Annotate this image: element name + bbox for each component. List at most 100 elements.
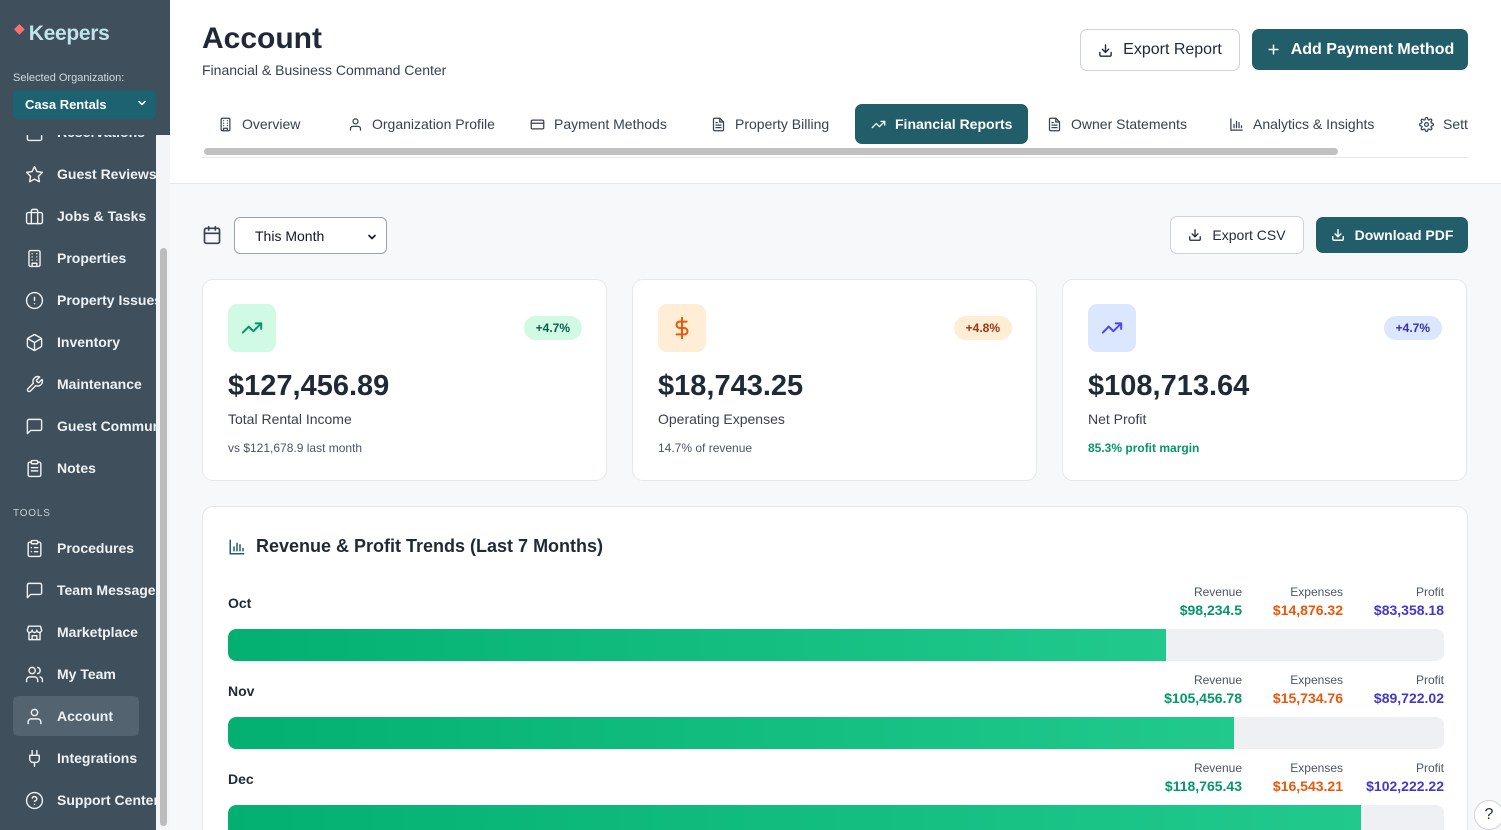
chevron-down-icon bbox=[138, 100, 146, 106]
help-button[interactable]: ? bbox=[1474, 800, 1501, 830]
sidebar-item-guest-communication[interactable]: Guest Communication bbox=[13, 406, 156, 446]
tab-payment-methods[interactable]: Payment Methods bbox=[514, 104, 683, 144]
wrench-icon bbox=[26, 375, 44, 392]
bar-chart-icon bbox=[229, 539, 245, 554]
calendar-icon bbox=[26, 135, 43, 141]
kpi-note: vs $121,678.9 last month bbox=[228, 441, 363, 455]
sidebar-item-procedures[interactable]: Procedures bbox=[13, 528, 156, 568]
tab-overview[interactable]: Overview bbox=[202, 104, 316, 144]
expenses-value: $15,734.76 bbox=[1272, 690, 1343, 706]
sidebar-item-account[interactable]: Account bbox=[13, 696, 139, 736]
bar-chart-icon bbox=[1230, 117, 1243, 131]
export-report-label: Export Report bbox=[1123, 41, 1222, 58]
profit-label: Profit bbox=[1415, 585, 1444, 599]
kpi-label: Net Profit bbox=[1088, 411, 1147, 427]
tab-label: Financial Reports bbox=[895, 116, 1013, 132]
sidebar: ◆ Keepers Selected Organization: Casa Re… bbox=[0, 0, 170, 830]
message-icon bbox=[26, 582, 43, 598]
profit-metric: Profit $102,222.22 bbox=[1366, 761, 1444, 794]
tab-financial-reports[interactable]: Financial Reports bbox=[855, 104, 1029, 144]
sidebar-item-property-issues[interactable]: Property Issues bbox=[13, 280, 156, 320]
credit-card-icon bbox=[530, 119, 545, 129]
brand-logo[interactable]: ◆ Keepers bbox=[14, 20, 110, 46]
tab-label: Owner Statements bbox=[1071, 116, 1187, 132]
kpi-icon bbox=[1088, 304, 1136, 352]
profit-value: $102,222.22 bbox=[1366, 778, 1444, 794]
tab-settings[interactable]: Settings bbox=[1403, 104, 1468, 144]
download-pdf-button[interactable]: Download PDF bbox=[1316, 217, 1468, 253]
tools-section-label: TOOLS bbox=[13, 508, 51, 519]
revenue-bar-fill bbox=[228, 717, 1234, 749]
sidebar-item-label: Guest Reviews bbox=[57, 166, 156, 182]
kpi-card-net-profit: +4.7% $108,713.64 Net Profit 85.3% profit m… bbox=[1062, 279, 1467, 481]
sidebar-item-notes[interactable]: Notes bbox=[13, 448, 156, 488]
tab-property-billing[interactable]: Property Billing bbox=[695, 104, 845, 144]
revenue-label: Revenue bbox=[1193, 673, 1242, 687]
kpi-icon bbox=[228, 304, 276, 352]
expenses-metric: Expenses $15,734.76 bbox=[1273, 673, 1343, 706]
change-badge: +4.7% bbox=[1383, 316, 1442, 340]
sidebar-item-label: Team Messages bbox=[57, 582, 156, 598]
tab-label: Settings bbox=[1443, 116, 1468, 132]
sidebar-item-jobs-and-tasks[interactable]: Jobs & Tasks bbox=[13, 196, 156, 236]
download-icon bbox=[1189, 229, 1202, 241]
organization-select[interactable]: Casa Rentals bbox=[13, 90, 156, 119]
package-icon bbox=[26, 333, 43, 351]
sidebar-item-properties[interactable]: Properties bbox=[13, 238, 156, 278]
add-payment-method-button[interactable]: Add Payment Method bbox=[1252, 29, 1468, 70]
sidebar-item-reservations[interactable]: Reservations bbox=[13, 135, 156, 152]
sidebar-item-label: Maintenance bbox=[57, 376, 142, 392]
user-icon bbox=[27, 708, 42, 724]
sidebar-item-label: Integrations bbox=[57, 750, 138, 766]
download-pdf-label: Download PDF bbox=[1354, 227, 1454, 243]
sidebar-item-label: Inventory bbox=[57, 334, 121, 350]
revenue-value: $118,765.43 bbox=[1164, 778, 1242, 794]
download-icon bbox=[1331, 229, 1344, 241]
download-icon bbox=[1099, 43, 1112, 57]
sidebar-scrollbar-thumb[interactable] bbox=[160, 248, 167, 826]
export-report-button[interactable]: Export Report bbox=[1080, 29, 1240, 71]
revenue-value: $98,234.5 bbox=[1179, 602, 1242, 618]
profit-label: Profit bbox=[1415, 673, 1444, 687]
help-circle-icon bbox=[25, 791, 44, 809]
month-name: Dec bbox=[228, 771, 254, 787]
tab-organization-profile[interactable]: Organization Profile bbox=[332, 104, 511, 144]
period-select[interactable]: This Month bbox=[234, 217, 387, 254]
sidebar-item-support-center[interactable]: Support Center bbox=[13, 780, 156, 820]
sidebar-item-team-messages[interactable]: Team Messages bbox=[13, 570, 156, 610]
kpi-card-total-rental-income: +4.7% $127,456.89 Total Rental Income vs $1… bbox=[202, 279, 607, 481]
clipboard-icon bbox=[27, 459, 42, 477]
month-name: Oct bbox=[228, 595, 252, 611]
sidebar-item-my-team[interactable]: My Team bbox=[13, 654, 156, 694]
kpi-label: Operating Expenses bbox=[658, 411, 785, 427]
revenue-bar-track bbox=[228, 805, 1444, 830]
sidebar-item-marketplace[interactable]: Marketplace bbox=[13, 612, 156, 652]
tab-analytics-and-insights[interactable]: Analytics & Insights bbox=[1213, 104, 1390, 144]
export-csv-label: Export CSV bbox=[1212, 227, 1286, 243]
sidebar-item-maintenance[interactable]: Maintenance bbox=[13, 364, 156, 404]
alert-circle-icon bbox=[25, 291, 44, 309]
profit-metric: Profit $89,722.02 bbox=[1374, 673, 1444, 706]
brand-name: Keepers bbox=[28, 22, 110, 45]
trends-title: Revenue & Profit Trends (Last 7 Months) bbox=[256, 536, 604, 556]
sidebar-item-integrations[interactable]: Integrations bbox=[13, 738, 156, 778]
sidebar-item-label: Property Issues bbox=[57, 292, 156, 308]
tabs-scrollbar-thumb[interactable] bbox=[204, 148, 1338, 155]
page-header: Account Financial & Business Command Cen… bbox=[170, 0, 1501, 184]
sidebar-item-label: Marketplace bbox=[57, 624, 138, 640]
chevron-down-icon bbox=[368, 234, 376, 240]
account-tabs: Overview Organization Profile Payment Meth… bbox=[202, 104, 1468, 144]
revenue-value: $105,456.78 bbox=[1164, 690, 1242, 706]
tab-owner-statements[interactable]: Owner Statements bbox=[1031, 104, 1203, 144]
profit-label: Profit bbox=[1415, 761, 1444, 775]
tab-label: Overview bbox=[242, 116, 301, 132]
organization-label: Selected Organization: bbox=[13, 72, 125, 84]
sidebar-item-label: Procedures bbox=[57, 540, 135, 556]
kpi-card-operating-expenses: +4.8% $18,743.25 Operating Expenses 14.7% o… bbox=[632, 279, 1037, 481]
add-payment-method-label: Add Payment Method bbox=[1290, 40, 1455, 58]
export-csv-button[interactable]: Export CSV bbox=[1170, 216, 1304, 254]
month-row-dec: Dec Revenue $118,765.43 Expenses $16,543.21 P… bbox=[228, 761, 1444, 830]
sidebar-item-inventory[interactable]: Inventory bbox=[13, 322, 156, 362]
sidebar-item-guest-reviews[interactable]: Guest Reviews bbox=[13, 154, 156, 194]
tab-label: Organization Profile bbox=[372, 116, 495, 132]
